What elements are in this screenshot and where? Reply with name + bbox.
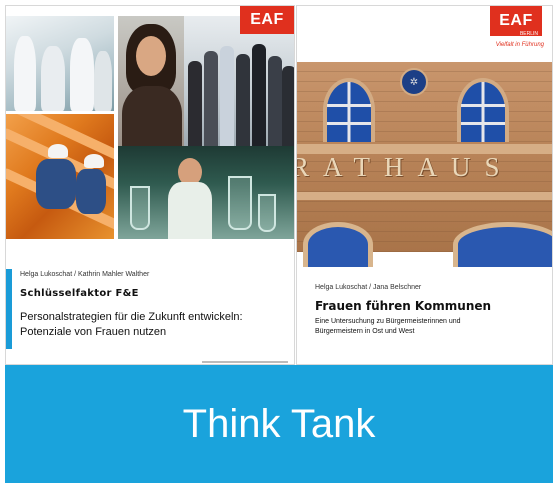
book-subtitle-line2: Bürgermeistern in Ost und West <box>315 328 415 335</box>
clock-icon: ✲ <box>400 68 428 96</box>
woman-portrait-photo <box>118 16 184 146</box>
arched-window <box>457 78 509 142</box>
town-hall-photo: ✲ RATHAUS <box>296 62 552 267</box>
building-inscription: RATHAUS <box>296 152 514 182</box>
book-authors: Helga Lukoschat / Jana Belschner <box>315 284 422 291</box>
book-cover-schluesselfaktor[interactable]: EAF Helga Lukoschat / Kathrin Mahler Wal… <box>5 5 295 365</box>
arched-window <box>323 78 375 142</box>
scientist-photo <box>118 146 294 239</box>
eaf-logo: EAF <box>240 6 294 34</box>
worker-photo <box>6 114 114 239</box>
lab-photo <box>6 16 114 111</box>
book-title: Schlüsselfaktor F&E <box>20 288 139 299</box>
group-photo <box>184 16 294 146</box>
book-subtitle-line2: Potenziale von Frauen nutzen <box>20 326 167 338</box>
book-cover-frauen-fuehren-kommunen[interactable]: EAF BERLIN Vielfalt in Führung ✲ RATHAUS… <box>296 5 553 365</box>
accent-bar <box>6 269 12 349</box>
book-title: Frauen führen Kommunen <box>315 299 492 313</box>
book-subtitle-line1: Eine Untersuchung zu Bürgermeisterinnen … <box>315 318 461 325</box>
eaf-logo-sub: BERLIN <box>519 31 538 37</box>
book-authors: Helga Lukoschat / Kathrin Mahler Walther <box>20 271 150 278</box>
banner-label: Think Tank <box>182 401 376 446</box>
book-subtitle-line1: Personalstrategien für die Zukunft entwi… <box>20 311 243 323</box>
eaf-tagline: Vielfalt in Führung <box>495 42 544 48</box>
think-tank-banner[interactable]: Think Tank <box>5 365 553 483</box>
